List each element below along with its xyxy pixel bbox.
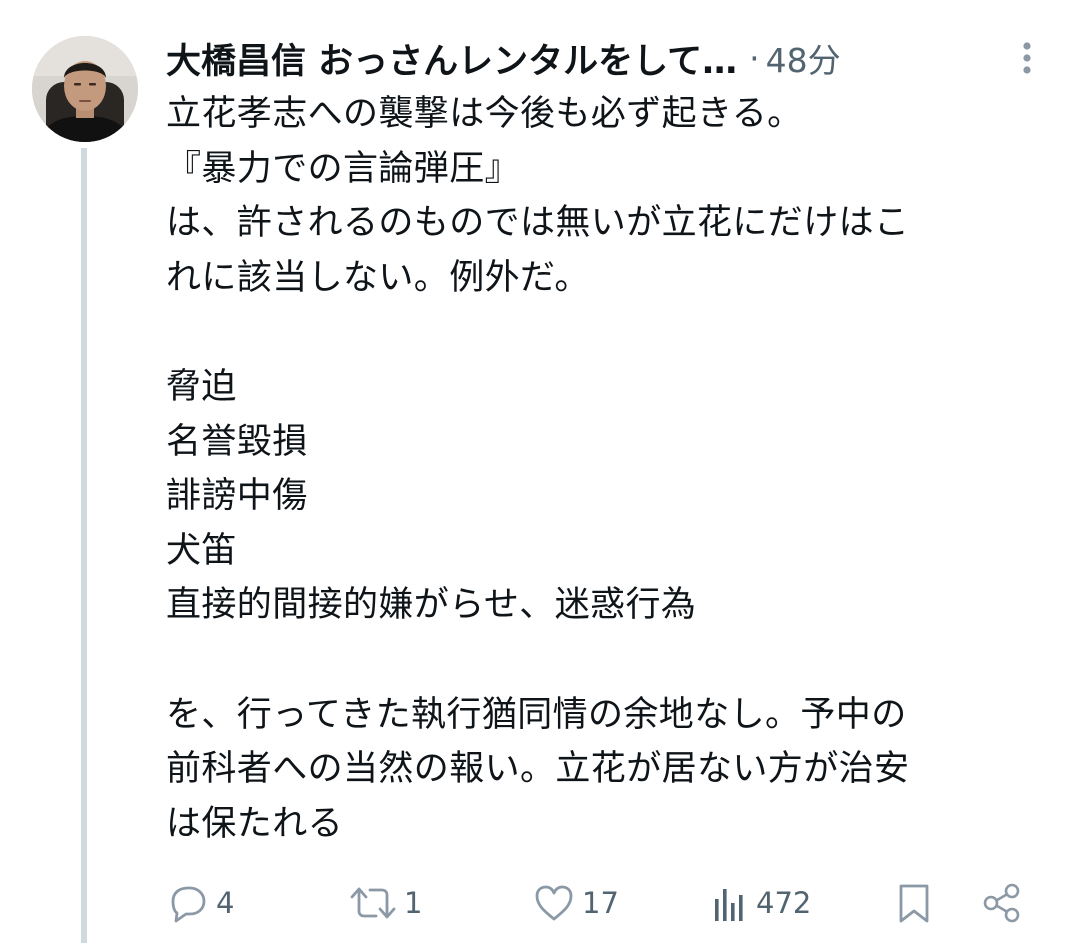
tweet-line: は、許されるのものでは無いが立花にだけはこ [166,203,910,244]
thread-line [81,148,87,943]
retweet-button[interactable]: 1 [348,878,422,928]
tweet-line: を、行ってきた執行猶同情の余地なし。予中の [166,694,907,735]
bookmark-button[interactable] [894,878,934,928]
tweet-line [166,305,1056,360]
tweet-line [166,633,1056,688]
retweet-count: 1 [404,886,423,920]
like-count: 17 [582,886,619,920]
reply-count: 4 [216,886,235,920]
tweet-header: 大橋昌信 おっさんレンタルをして… · 48分 [166,30,841,86]
display-name[interactable]: 大橋昌信 おっさんレンタルをして… [166,33,737,84]
reply-icon [171,886,206,923]
tweet: 大橋昌信 おっさんレンタルをして… · 48分 立花孝志への襲撃は今後も必ず起き… [0,0,1080,943]
reply-button[interactable]: 4 [166,878,234,928]
tweet-text: 立花孝志への襲撃は今後も必ず起きる。 『暴力での言論弾圧』 は、許されるのもので… [166,87,1056,851]
avatar-photo [32,36,138,142]
bookmark-icon [899,884,929,923]
share-icon [983,883,1020,923]
tweet-line: は保たれる [166,803,344,844]
views-button[interactable]: 472 [712,878,811,928]
timestamp[interactable]: 48分 [766,34,841,82]
tweet-line: 脅迫 [166,366,237,407]
share-button[interactable] [980,878,1024,928]
tweet-line: 前科者への当然の報い。立花が居ない方が治安 [166,749,910,790]
views-icon [715,889,743,921]
tweet-line: 犬笛 [166,530,237,571]
tweet-line: 誹謗中傷 [166,476,308,517]
tweet-line: 名誉毀損 [166,421,308,462]
more-button[interactable] [1010,38,1044,78]
retweet-icon [350,887,396,919]
views-count: 472 [756,886,812,920]
more-vertical-icon [1023,42,1031,74]
tweet-line: 立花孝志への襲撃は今後も必ず起きる。 [166,94,803,134]
like-button[interactable]: 17 [532,878,619,928]
action-bar: 4 1 17 472 [0,878,1080,928]
header-separator: · [749,38,760,78]
avatar[interactable] [32,36,138,142]
heart-icon [535,885,573,921]
tweet-line: 『暴力での言論弾圧』 [166,148,521,189]
tweet-line: れに該当しない。例外だ。 [166,257,590,298]
tweet-line: 直接的間接的嫌がらせ、迷惑行為 [166,585,697,626]
